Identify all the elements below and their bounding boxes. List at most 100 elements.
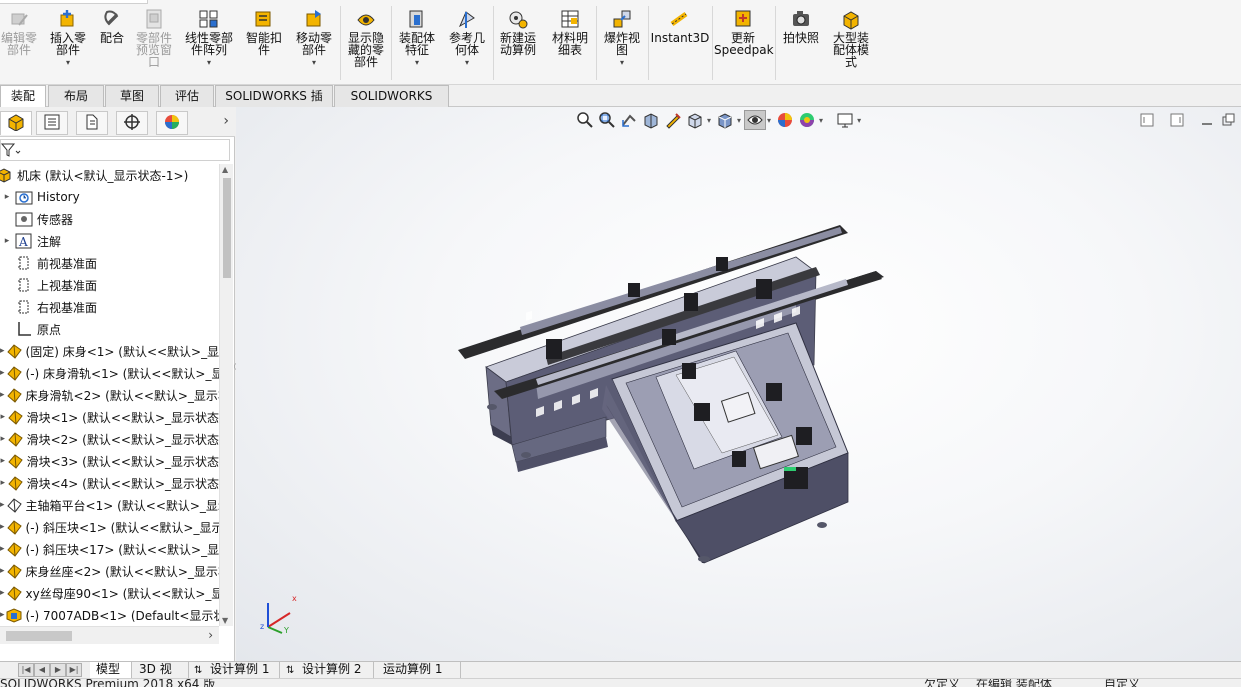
machine-tool-3d-model[interactable]: [236, 107, 1241, 661]
bill-of-materials-button[interactable]: 材料明 细表: [546, 8, 594, 80]
mate-button[interactable]: 配合: [95, 8, 129, 80]
tree-item[interactable]: 原点: [0, 318, 219, 340]
tree-item[interactable]: ▸ 滑块<1> (默认<<默认>_显示状态: [0, 406, 219, 428]
chevron-down-icon[interactable]: ▾: [620, 58, 624, 67]
tab-design-study-1[interactable]: ⇅ 设计算例 1: [190, 662, 280, 679]
last-tab-icon[interactable]: ▶|: [66, 663, 82, 677]
next-tab-icon[interactable]: ▶: [50, 663, 66, 677]
update-speedpak-button[interactable]: 更新 Speedpak: [714, 8, 774, 80]
new-motion-study-icon: [507, 8, 529, 30]
part-icon: [6, 452, 24, 470]
previous-tab-icon[interactable]: ◀: [34, 663, 50, 677]
linear-pattern-button[interactable]: 线性零部 件阵列 ▾: [180, 8, 238, 80]
smart-fastener-button[interactable]: 智能扣 件: [241, 8, 287, 80]
tree-item[interactable]: ▸ 滑块<3> (默认<<默认>_显示状态: [0, 450, 219, 472]
scroll-thumb[interactable]: [6, 631, 72, 641]
snapshot-button[interactable]: 拍快照: [777, 8, 825, 80]
graphics-area[interactable]: ▾ ▾ ▾ ▾ ▾ x Y z: [236, 107, 1241, 661]
exploded-view-button[interactable]: 爆炸视 图 ▾: [598, 8, 646, 80]
tree-item[interactable]: ▸ (-) 7007ADB<1> (Default<显示状态: [0, 604, 219, 626]
display-manager-tab[interactable]: [156, 111, 188, 135]
move-component-button[interactable]: 移动零 部件 ▾: [289, 8, 339, 80]
chevron-down-icon[interactable]: ▾: [207, 58, 211, 67]
tree-root[interactable]: 机床 (默认<默认_显示状态-1>): [0, 164, 219, 186]
part-icon: [6, 474, 24, 492]
tree-item[interactable]: ▸ 滑块<4> (默认<<默认>_显示状态: [0, 472, 219, 494]
ribbon-label: 智能扣 件: [245, 31, 282, 57]
chevron-down-icon[interactable]: ▾: [66, 58, 70, 67]
update-speedpak-icon: [732, 8, 754, 30]
scroll-thumb[interactable]: [223, 178, 231, 278]
tab-3d-views[interactable]: 3D 视图: [133, 662, 189, 687]
chevron-down-icon[interactable]: ▾: [312, 58, 316, 67]
tab-assembly[interactable]: 装配体: [0, 85, 46, 123]
feature-manager-tab[interactable]: [0, 111, 32, 135]
tree-item[interactable]: ▸(-) 斜压块<17> (默认<<默认>_显示状态: [0, 538, 219, 560]
tree-vertical-scrollbar[interactable]: ▲ ▼: [219, 164, 233, 626]
ribbon-label: Instant3D: [650, 31, 710, 45]
first-tab-icon[interactable]: |◀: [18, 663, 34, 677]
insert-component-button[interactable]: 插入零 部件 ▾: [43, 8, 93, 80]
scroll-right-icon[interactable]: ›: [208, 628, 213, 642]
tab-model[interactable]: 模型: [90, 662, 132, 679]
tree-item[interactable]: ▸床身滑轨<2> (默认<<默认>_显示状态: [0, 384, 219, 406]
ribbon-divider: [596, 6, 597, 80]
show-hidden-components-button[interactable]: 显示隐 藏的零 部件: [342, 8, 390, 80]
tree-root-label: 机床 (默认<默认_显示状态-1>): [17, 168, 189, 183]
tree-item[interactable]: ▸ A 注解: [0, 230, 219, 252]
tab-layout[interactable]: 布局: [48, 85, 104, 107]
tree-item[interactable]: ▸(固定) 床身<1> (默认<<默认>_显示状态: [0, 340, 219, 362]
tab-design-study-2[interactable]: ⇅ 设计算例 2: [282, 662, 374, 679]
status-units[interactable]: 自定义: [1104, 679, 1140, 687]
tree-item[interactable]: ▸(-) 床身滑轨<1> (默认<<默认>_显示状态: [0, 362, 219, 384]
tree-horizontal-scrollbar[interactable]: ›: [0, 626, 219, 644]
tab-evaluate[interactable]: 评估: [160, 85, 214, 107]
expand-arrow-icon[interactable]: ▸: [0, 236, 14, 246]
new-motion-study-button[interactable]: 新建运 动算例: [495, 8, 541, 80]
part-icon: [5, 584, 23, 602]
tab-solidworks-mbd[interactable]: SOLIDWORKS MBD: [334, 85, 449, 123]
ribbon-label: 材料明 细表: [551, 31, 588, 57]
instant3d-icon: [669, 8, 691, 30]
component-preview-button[interactable]: 零部件 预览窗 口: [131, 8, 177, 80]
configuration-manager-tab[interactable]: [76, 111, 108, 135]
tab-solidworks-addins[interactable]: SOLIDWORKS 插件: [215, 85, 333, 123]
reference-geometry-icon: [456, 8, 478, 30]
tab-navigation-buttons[interactable]: |◀ ◀ ▶ ▶|: [18, 663, 84, 677]
tab-motion-study-1[interactable]: 运动算例 1: [377, 662, 461, 679]
configuration-manager-icon: [83, 113, 101, 134]
property-manager-tab[interactable]: [36, 111, 68, 135]
edit-component-button[interactable]: 编辑零 部件: [0, 8, 38, 80]
scroll-down-icon[interactable]: ▼: [222, 616, 228, 625]
tree-item[interactable]: ▸(-) 斜压块<1> (默认<<默认>_显示状态: [0, 516, 219, 538]
tree-item-label: 原点: [37, 322, 62, 337]
instant3d-button[interactable]: Instant3D: [650, 8, 710, 80]
reference-geometry-button[interactable]: 参考几 何体 ▾: [443, 8, 491, 80]
tree-item-label: 前视基准面: [37, 256, 98, 271]
tab-sketch[interactable]: 草图: [105, 85, 159, 107]
chevron-down-icon[interactable]: ▾: [415, 58, 419, 67]
assembly-features-button[interactable]: 装配体 特征 ▾: [393, 8, 441, 80]
svg-text:x: x: [292, 594, 297, 603]
tree-item[interactable]: ▸ 滑块<2> (默认<<默认>_显示状态: [0, 428, 219, 450]
tree-item[interactable]: 上视基准面: [0, 274, 219, 296]
tree-item[interactable]: 前视基准面: [0, 252, 219, 274]
chevron-right-icon[interactable]: ›: [223, 113, 229, 129]
linear-pattern-icon: [198, 8, 220, 30]
part-icon: [6, 408, 24, 426]
large-assembly-mode-button[interactable]: 大型装 配体模 式: [826, 8, 876, 80]
tree-item[interactable]: ▸ History: [0, 186, 219, 208]
expand-arrow-icon[interactable]: ▸: [0, 192, 14, 202]
tree-item[interactable]: ▸xy丝母座90<1> (默认<<默认>_显示状态: [0, 582, 219, 604]
dimxpert-tab[interactable]: [116, 111, 148, 135]
tree-item[interactable]: 右视基准面: [0, 296, 219, 318]
tree-filter-bar[interactable]: [0, 139, 230, 161]
feature-manager-panel: › 机床 (默认<默认_显示状态-1>) ▸ History 传感器 ▸ A 注解前视基准…: [0, 107, 235, 661]
scroll-up-icon[interactable]: ▲: [222, 165, 228, 174]
tree-item[interactable]: ▸床身丝座<2> (默认<<默认>_显示状态: [0, 560, 219, 582]
tree-item[interactable]: 传感器: [0, 208, 219, 230]
tree-item[interactable]: ▸主轴箱平台<1> (默认<<默认>_显示状态: [0, 494, 219, 516]
filter-icon[interactable]: [0, 142, 21, 161]
subassembly-icon: [5, 606, 23, 624]
chevron-down-icon[interactable]: ▾: [465, 58, 469, 67]
